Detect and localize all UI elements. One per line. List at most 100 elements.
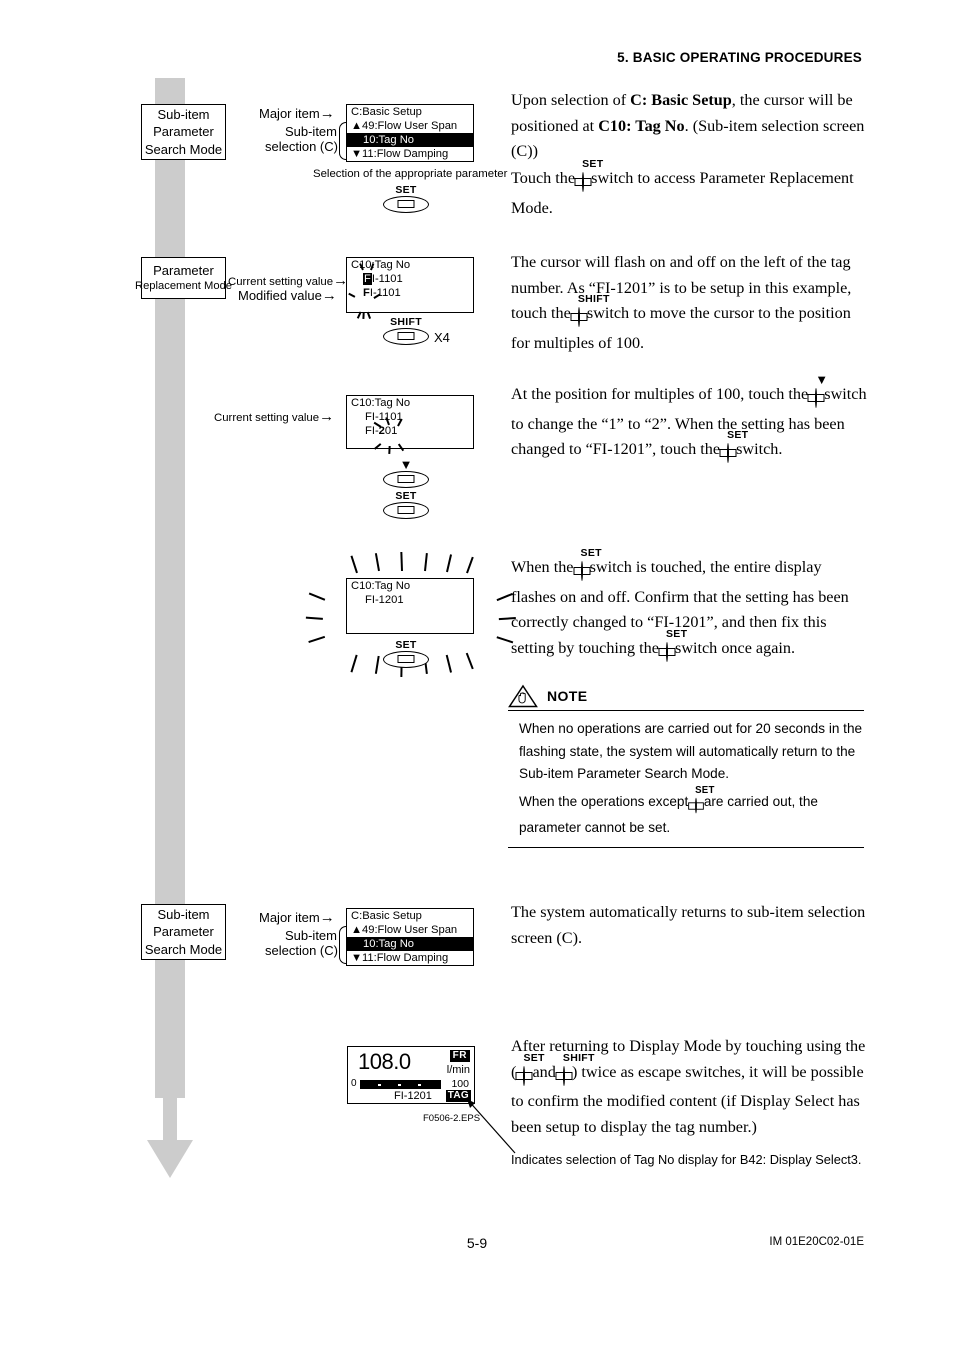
lcd-parameter-replacement: C10:Tag No FI-1101 FI-1101 bbox=[346, 257, 474, 313]
lcd-flashing-display: C10:Tag No FI-1201 bbox=[346, 578, 474, 634]
lcd-digit-change: C10:Tag No FI-1101 FI-201 bbox=[346, 395, 474, 449]
paragraph-6: The system automatically returns to sub-… bbox=[511, 903, 866, 947]
callout-major-item: Major item→ bbox=[259, 105, 335, 122]
switch-set-inline-3[interactable]: SET bbox=[580, 548, 602, 585]
down-triangle-icon: ▼ bbox=[399, 456, 413, 472]
switch-label: SHIFT bbox=[562, 1051, 595, 1064]
note-paragraph-1: When no operations are carried out for 2… bbox=[519, 721, 863, 781]
note-title: NOTE bbox=[547, 688, 588, 704]
lcd-row-value: FI-1201 bbox=[365, 594, 404, 606]
callout-sub-item-selection-2: Sub-item selection (C) bbox=[265, 928, 338, 958]
mode-box-line-2: Parameter bbox=[153, 124, 214, 140]
switch-down-inline[interactable]: ▼ bbox=[815, 373, 828, 412]
mode-box-line-2: Replacement Mode bbox=[135, 280, 233, 293]
switch-shift-1[interactable]: SHIFT bbox=[383, 316, 429, 345]
switch-label: SET bbox=[582, 158, 604, 170]
lcd-row-title: C10:Tag No bbox=[351, 580, 411, 592]
switch-label: SET bbox=[727, 429, 749, 441]
switch-oval-icon bbox=[577, 307, 580, 327]
flashing-cursor-icon: F bbox=[363, 287, 370, 299]
mode-box-replacement-mode: Parameter Replacement Mode bbox=[135, 257, 232, 299]
arrow-right-icon: → bbox=[319, 105, 335, 122]
paragraph-3: The cursor will flash on and off on the … bbox=[511, 253, 852, 352]
mode-box-line-3: Search Mode bbox=[144, 141, 223, 157]
lcd-row-selected: 10:Tag No bbox=[347, 937, 473, 951]
mode-box-search-mode-2: Sub-item Parameter Search Mode bbox=[141, 904, 226, 960]
bargraph-max-label: 100 bbox=[451, 1078, 469, 1090]
lcd-row-title: C10:Tag No bbox=[351, 259, 411, 271]
up-triangle-icon: ▲ bbox=[351, 120, 363, 132]
display-unit: l/min bbox=[446, 1064, 470, 1076]
switch-set-inline-2[interactable]: SET bbox=[727, 430, 748, 467]
switch-set-inline-4[interactable]: SET bbox=[665, 628, 687, 666]
switch-set-1[interactable]: SET bbox=[383, 184, 429, 213]
note-header: NOTE bbox=[508, 682, 864, 710]
up-triangle-icon: ▲ bbox=[351, 924, 363, 936]
switch-oval-icon bbox=[383, 470, 429, 488]
switch-oval-icon bbox=[383, 195, 429, 213]
switch-oval-icon bbox=[383, 501, 429, 519]
switch-down-1[interactable]: ▼ bbox=[383, 458, 429, 488]
switch-set-inline-note[interactable]: SET bbox=[695, 785, 714, 816]
callout-current-setting-value-2: Current setting value→ bbox=[214, 408, 335, 425]
switch-set-inline-1[interactable]: SET bbox=[582, 159, 603, 196]
lcd-row-prev: ▲49:Flow User Span bbox=[351, 924, 458, 936]
switch-label: SET bbox=[395, 183, 417, 196]
switch-set-2[interactable]: SET bbox=[383, 490, 429, 519]
paragraph-1: Upon selection of C: Basic Setup, the cu… bbox=[511, 91, 865, 160]
footer-document-number: IM 01E20C02-01E bbox=[769, 1236, 864, 1248]
warning-hand-triangle-icon bbox=[508, 684, 538, 708]
mode-box-line-1: Sub-item bbox=[157, 907, 210, 923]
paragraph-5: When the SET switch is touched, the enti… bbox=[511, 548, 867, 666]
switch-oval-icon bbox=[695, 797, 697, 813]
mode-box-line-1: Sub-item bbox=[157, 107, 210, 123]
switch-label: SET bbox=[523, 1051, 545, 1064]
switch-label: SET bbox=[395, 638, 417, 651]
mode-box-line-1: Parameter bbox=[153, 263, 214, 279]
callout-selection-note: Selection of the appropriate parameter bbox=[313, 168, 508, 180]
cursor-block-icon: F bbox=[363, 273, 372, 285]
arrow-right-icon: → bbox=[319, 909, 335, 926]
paragraph-4: At the position for multiples of 100, to… bbox=[511, 373, 867, 467]
page-header: 5. BASIC OPERATING PROCEDURES bbox=[617, 50, 862, 65]
lcd-row-next: ▼11:Flow Damping bbox=[351, 148, 449, 160]
lcd-row-next: ▼11:Flow Damping bbox=[351, 952, 449, 964]
switch-oval-icon bbox=[727, 443, 730, 463]
lcd-row-current: FI-1101 bbox=[365, 411, 403, 423]
paragraph-2: Touch the SET switch to access Parameter… bbox=[511, 158, 854, 217]
display-tag-number: FI-1201 bbox=[394, 1090, 432, 1102]
down-triangle-icon: ▼ bbox=[351, 148, 363, 160]
switch-oval-icon bbox=[383, 650, 429, 668]
lcd-row-selected: 10:Tag No bbox=[347, 133, 473, 147]
callout-major-item-2: Major item→ bbox=[259, 909, 335, 926]
down-triangle-icon: ▼ bbox=[815, 372, 829, 387]
lcd-row-prev: ▲49:Flow User Span bbox=[351, 120, 458, 132]
lcd-subitem-selection-1: C:Basic Setup ▲49:Flow User Span 10:Tag … bbox=[346, 104, 474, 162]
switch-label: SET bbox=[580, 547, 602, 559]
switch-oval-icon bbox=[580, 561, 583, 581]
switch-oval-icon bbox=[815, 388, 818, 408]
arrow-right-icon: → bbox=[319, 408, 335, 425]
switch-label: SHIFT bbox=[577, 293, 610, 305]
lcd-row-modified: FI-201 bbox=[365, 425, 398, 437]
note-paragraph-2: When the operations except SET are carri… bbox=[519, 784, 818, 835]
switch-set-inline-5[interactable]: SET bbox=[523, 1052, 544, 1090]
switch-shift-inline-1[interactable]: SHIFT bbox=[577, 294, 609, 331]
switch-oval-icon bbox=[582, 172, 585, 192]
paragraph-7: After returning to Display Mode by touch… bbox=[511, 1037, 866, 1136]
switch-oval-icon bbox=[523, 1065, 526, 1086]
bottom-caption: Indicates selection of Tag No display fo… bbox=[511, 1152, 862, 1167]
callout-modified-value: Modified value→ bbox=[238, 287, 337, 304]
note-block: NOTE When no operations are carried out … bbox=[508, 682, 864, 848]
lcd-row-major: C:Basic Setup bbox=[351, 106, 422, 118]
switch-label: SET bbox=[395, 489, 417, 502]
down-triangle-icon: ▼ bbox=[351, 952, 363, 964]
switch-label: SET bbox=[665, 627, 688, 640]
display-mode-badge: FR bbox=[449, 1050, 470, 1062]
note-divider-bottom bbox=[508, 846, 864, 848]
arrow-right-icon: → bbox=[321, 287, 337, 304]
switch-shift-inline-2[interactable]: SHIFT bbox=[562, 1052, 594, 1090]
bargraph-min-label: 0 bbox=[351, 1078, 357, 1089]
switch-set-3[interactable]: SET bbox=[383, 639, 429, 668]
bargraph bbox=[360, 1080, 441, 1089]
